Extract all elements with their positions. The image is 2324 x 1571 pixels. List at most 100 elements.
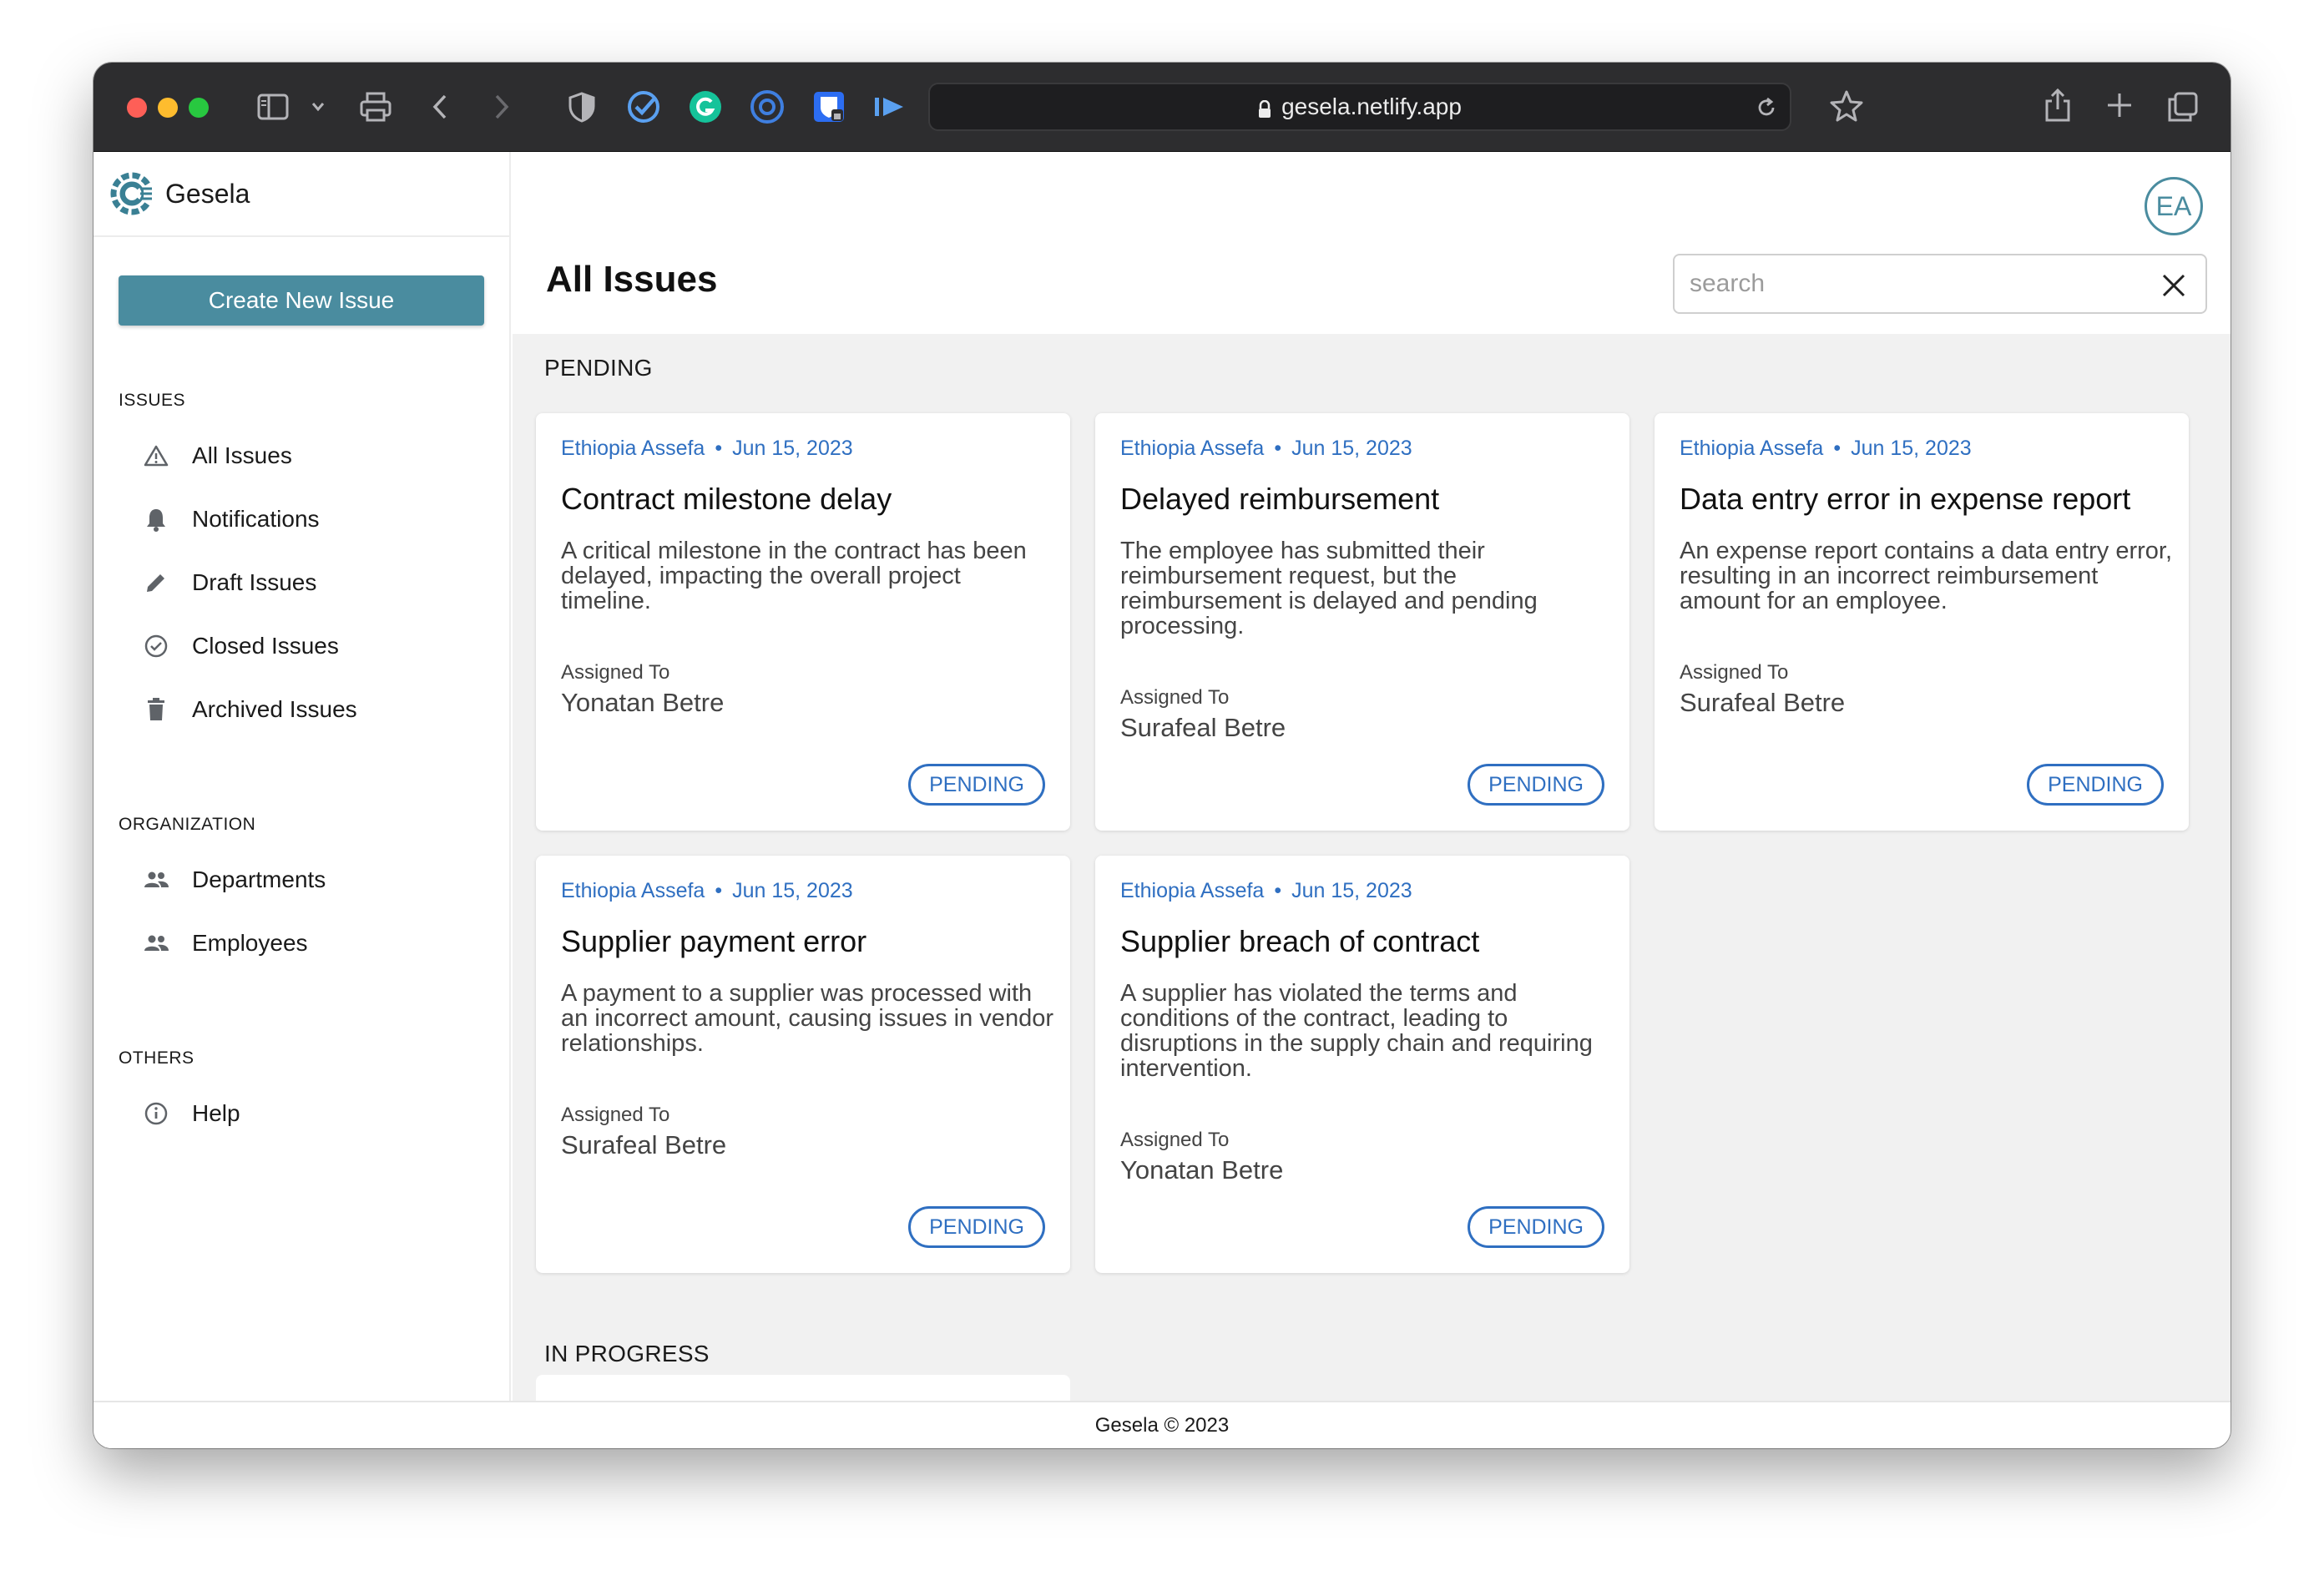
card-date: Jun 15, 2023 <box>1851 437 1972 460</box>
app: Gesela Create New Issue ISSUES All Issue… <box>93 152 2231 1448</box>
card-author: Ethiopia Assefa <box>561 879 705 902</box>
sidebar-item-label: Departments <box>192 866 326 892</box>
chevron-down-icon[interactable] <box>311 101 326 113</box>
bookmark-star-icon[interactable] <box>1830 89 1863 123</box>
group-label-in-progress: IN PROGRESS <box>544 1341 710 1366</box>
card-description: The employee has submitted their reimbur… <box>1120 538 1538 639</box>
status-badge: PENDING <box>908 764 1045 806</box>
status-badge: PENDING <box>1468 1206 1604 1248</box>
card-meta: Ethiopia Assefa • Jun 15, 2023 <box>561 437 853 461</box>
sidebar-item-label: Closed Issues <box>192 633 339 659</box>
assigned-to-label: Assigned To <box>561 661 670 684</box>
people-icon <box>142 866 170 894</box>
card-author: Ethiopia Assefa <box>1120 879 1265 902</box>
url-bar[interactable]: gesela.netlify.app <box>928 83 1791 131</box>
search-box[interactable] <box>1673 254 2207 314</box>
card-meta: Ethiopia Assefa • Jun 15, 2023 <box>561 879 853 903</box>
sidebar-item-label: Archived Issues <box>192 696 357 722</box>
card-date: Jun 15, 2023 <box>732 437 853 460</box>
search-input[interactable] <box>1690 267 2140 301</box>
separator-dot: • <box>1833 437 1842 460</box>
browser-window: gesela.netlify.app Gesela Create New Iss… <box>93 63 2231 1448</box>
sidebar-item-label: Employees <box>192 930 308 956</box>
sidebar-item-help[interactable]: Help <box>142 1093 240 1134</box>
status-badge: PENDING <box>1468 764 1604 806</box>
sidebar: Gesela Create New Issue ISSUES All Issue… <box>93 152 511 1401</box>
minimize-window-button[interactable] <box>158 98 178 118</box>
issue-card[interactable]: Ethiopia Assefa • Jun 15, 2023 Delayed rei… <box>1095 413 1629 831</box>
sidebar-item-label: Notifications <box>192 506 320 532</box>
card-assignee: Surafeal Betre <box>1120 713 1286 742</box>
warning-icon <box>142 442 170 470</box>
people-icon <box>142 929 170 957</box>
sidebar-item-draft-issues[interactable]: Draft Issues <box>142 562 316 604</box>
speedtest-icon[interactable] <box>873 94 908 119</box>
browser-toolbar: gesela.netlify.app <box>93 63 2231 152</box>
pencil-icon <box>142 568 170 597</box>
sidebar-item-all-issues[interactable]: All Issues <box>142 435 292 477</box>
sidebar-item-label: Draft Issues <box>192 569 317 595</box>
sidebar-item-notifications[interactable]: Notifications <box>142 498 320 540</box>
separator-dot: • <box>1274 879 1282 902</box>
bitwarden-icon[interactable] <box>811 89 846 124</box>
divider <box>93 235 511 237</box>
tab-overview-icon[interactable] <box>2167 91 2199 123</box>
main-content: EA All Issues PENDING Ethiopia Assefa • Ju… <box>513 152 2231 1408</box>
issue-card[interactable]: Ethiopia Assefa • Jun 15, 2023 Data entry … <box>1655 413 2189 831</box>
sidebar-item-archived-issues[interactable]: Archived Issues <box>142 689 357 730</box>
brand-name: Gesela <box>165 178 250 209</box>
issue-card[interactable]: Ethiopia Assefa • Jun 15, 2023 Contract mi… <box>536 413 1070 831</box>
close-icon[interactable] <box>2160 272 2187 299</box>
assigned-to-label: Assigned To <box>1680 661 1789 684</box>
share-icon[interactable] <box>2044 88 2072 123</box>
separator-dot: • <box>715 437 723 460</box>
assigned-to-label: Assigned To <box>1120 686 1230 709</box>
separator-dot: • <box>1274 437 1282 460</box>
footer: Gesela © 2023 <box>93 1401 2231 1448</box>
card-date: Jun 15, 2023 <box>1291 879 1412 902</box>
grammarly-icon[interactable] <box>688 89 723 124</box>
issue-card[interactable]: Ethiopia Assefa • Jun 15, 2023 Supplier pa… <box>536 856 1070 1273</box>
bell-icon <box>142 505 170 533</box>
card-description: A supplier has violated the terms and co… <box>1120 980 1593 1082</box>
sidebar-toggle-icon[interactable] <box>257 93 289 121</box>
forward-icon[interactable] <box>493 93 511 121</box>
avatar[interactable]: EA <box>2145 177 2203 235</box>
print-icon[interactable] <box>359 91 392 123</box>
sidebar-item-label: Help <box>192 1100 240 1126</box>
issue-card[interactable]: Ethiopia Assefa • Jun 15, 2023 Supplier br… <box>1095 856 1629 1273</box>
sidebar-item-departments[interactable]: Departments <box>142 859 326 901</box>
card-title: Supplier payment error <box>561 924 867 958</box>
card-meta: Ethiopia Assefa • Jun 15, 2023 <box>1120 437 1412 461</box>
sidebar-section-organization: ORGANIZATION <box>119 815 256 834</box>
card-title: Delayed reimbursement <box>1120 482 1440 516</box>
card-description: An expense report contains a data entry … <box>1680 538 2173 614</box>
close-window-button[interactable] <box>127 98 147 118</box>
card-description: A critical milestone in the contract has… <box>561 538 1027 614</box>
card-title: Data entry error in expense report <box>1680 482 2131 516</box>
sidebar-section-others: OTHERS <box>119 1048 195 1068</box>
back-icon[interactable] <box>431 93 449 121</box>
card-author: Ethiopia Assefa <box>1680 437 1824 460</box>
sidebar-item-closed-issues[interactable]: Closed Issues <box>142 625 339 667</box>
card-title: Supplier breach of contract <box>1120 924 1480 958</box>
url-text: gesela.netlify.app <box>1281 93 1462 119</box>
card-assignee: Yonatan Betre <box>561 688 725 717</box>
card-date: Jun 15, 2023 <box>732 879 853 902</box>
card-author: Ethiopia Assefa <box>561 437 705 460</box>
new-tab-icon[interactable] <box>2105 91 2134 119</box>
vpn-extension-icon[interactable] <box>750 89 785 124</box>
zoom-window-button[interactable] <box>189 98 209 118</box>
shield-icon[interactable] <box>568 91 596 123</box>
assigned-to-label: Assigned To <box>1120 1129 1230 1151</box>
page-title: All Issues <box>546 259 718 300</box>
sidebar-item-employees[interactable]: Employees <box>142 922 308 964</box>
create-new-issue-button[interactable]: Create New Issue <box>119 275 484 326</box>
reload-icon[interactable] <box>1755 96 1778 125</box>
checkmark-extension-icon[interactable] <box>626 89 661 124</box>
brand[interactable]: Gesela <box>109 169 250 219</box>
lock-icon <box>1258 98 1271 118</box>
card-author: Ethiopia Assefa <box>1120 437 1265 460</box>
status-badge: PENDING <box>2027 764 2164 806</box>
card-description: A payment to a supplier was processed wi… <box>561 980 1053 1057</box>
